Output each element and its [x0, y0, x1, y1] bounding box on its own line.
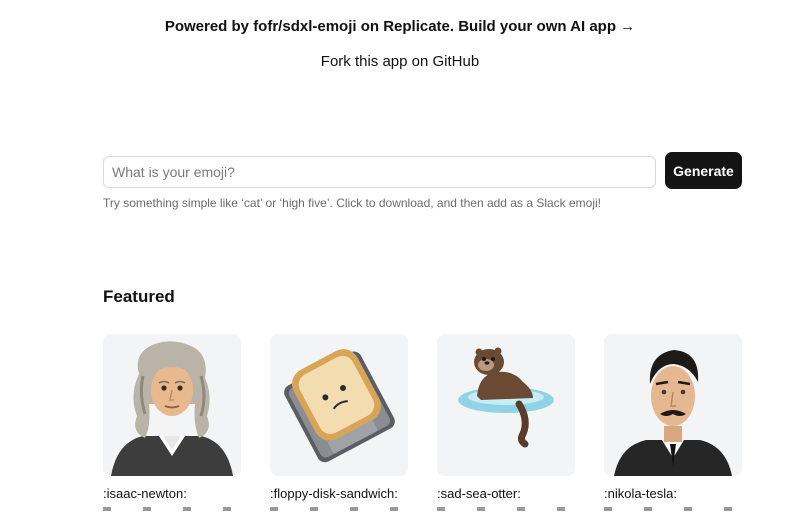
generate-button[interactable]: Generate	[665, 152, 742, 189]
search-row: Generate	[103, 152, 743, 190]
floppy-disk-sandwich-emoji[interactable]	[270, 334, 408, 476]
featured-card-nikola-tesla[interactable]: :nikola-tesla:	[604, 334, 742, 511]
featured-label: :sad-sea-otter:	[437, 486, 521, 501]
featured-label: :nikola-tesla:	[604, 486, 677, 501]
featured-label: :isaac-newton:	[103, 486, 187, 501]
fork-github-line[interactable]: Fork this app on GitHub	[0, 53, 800, 70]
search-hint: Try something simple like ‘cat’ or ‘high…	[103, 196, 602, 210]
featured-card-isaac-newton[interactable]: :isaac-newton:	[103, 334, 241, 511]
powered-by-banner[interactable]: Powered by fofr/sdxl-emoji on Replicate.…	[0, 18, 800, 35]
next-row-edge	[103, 507, 241, 511]
fork-github-link[interactable]: Fork this app on GitHub	[321, 53, 479, 70]
featured-card-sad-sea-otter[interactable]: :sad-sea-otter:	[437, 334, 575, 511]
sad-sea-otter-emoji[interactable]	[437, 334, 575, 476]
next-row-edge	[270, 507, 408, 511]
emoji-search-input[interactable]	[103, 156, 656, 188]
nikola-tesla-emoji[interactable]	[604, 334, 742, 476]
next-row-edge	[437, 507, 575, 511]
featured-label: :floppy-disk-sandwich:	[270, 486, 398, 501]
next-row-edge	[604, 507, 742, 511]
featured-card-floppy-disk-sandwich[interactable]: :floppy-disk-sandwich:	[270, 334, 408, 511]
powered-by-link[interactable]: Powered by fofr/sdxl-emoji on Replicate.…	[165, 18, 635, 35]
featured-heading: Featured	[103, 287, 175, 306]
isaac-newton-emoji[interactable]	[103, 334, 241, 476]
